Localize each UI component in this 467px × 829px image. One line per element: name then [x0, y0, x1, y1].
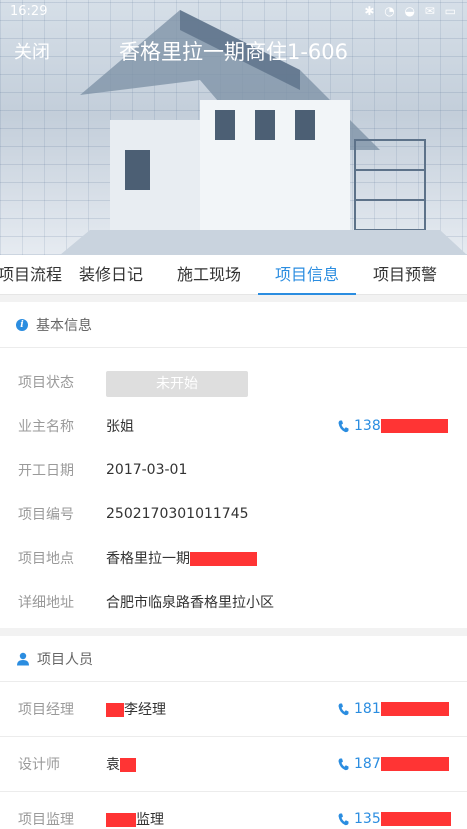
owner-label: 业主名称	[18, 419, 74, 435]
status-bar: 16:29 ✱ ◔ ◒ ✉ ▭	[0, 0, 467, 24]
manager-name: 李经理	[124, 702, 166, 718]
manager-value: 李经理	[106, 699, 166, 719]
redaction-mark	[106, 703, 124, 717]
start-date-label: 开工日期	[18, 463, 74, 479]
phone-icon	[338, 758, 349, 770]
designer-phone-link[interactable]: 187	[338, 756, 449, 772]
project-number-value: 2502170301011745	[106, 506, 249, 522]
staff-title: 项目人员	[37, 651, 93, 668]
tab-decoration-diary[interactable]: 装修日记	[62, 255, 160, 295]
designer-name: 袁	[106, 757, 120, 773]
manager-label: 项目经理	[18, 702, 74, 718]
location-text: 香格里拉一期	[106, 551, 190, 567]
owner-phone-link[interactable]: 138	[338, 418, 448, 434]
address-value: 合肥市临泉路香格里拉小区	[106, 595, 274, 611]
supervisor-phone-number: 135	[354, 811, 381, 827]
address-row: 详细地址 合肥市临泉路香格里拉小区	[0, 580, 467, 624]
redaction-mark	[190, 552, 257, 566]
location-label: 项目地点	[18, 551, 74, 567]
phone-icon	[338, 703, 349, 715]
designer-value: 袁	[106, 754, 136, 774]
status-icons: ✱ ◔ ◒ ✉ ▭	[364, 4, 459, 18]
location-row: 项目地点 香格里拉一期	[0, 536, 467, 580]
manager-row: 项目经理 李经理 181	[0, 682, 467, 736]
page-title: 香格里拉一期商住1-606	[118, 40, 349, 64]
tab-construction-site[interactable]: 施工现场	[160, 255, 258, 295]
staff-card: 项目人员 项目经理 李经理 181 设计师 袁 187 项目监理 监理 135	[0, 636, 467, 829]
person-icon	[17, 652, 29, 665]
status-row: 项目状态 未开始	[0, 360, 467, 404]
basic-info-header: i 基本信息	[0, 302, 467, 348]
manager-phone-number: 181	[354, 701, 381, 717]
tab-project-flow[interactable]: 项目流程	[0, 255, 62, 295]
info-icon: i	[16, 318, 28, 331]
phone-icon	[338, 813, 349, 825]
address-label: 详细地址	[18, 595, 74, 611]
owner-row: 业主名称 张姐 138	[0, 404, 467, 448]
redaction-mark	[120, 758, 136, 772]
supervisor-row: 项目监理 监理 135	[0, 792, 467, 829]
location-value: 香格里拉一期	[106, 548, 257, 568]
redaction-mark	[106, 813, 136, 827]
phone-icon	[338, 420, 349, 432]
manager-phone-link[interactable]: 181	[338, 701, 449, 717]
project-number-label: 项目编号	[18, 507, 74, 523]
basic-info-card: i 基本信息 项目状态 未开始 业主名称 张姐 138 开工日期 2017-03…	[0, 302, 467, 628]
tab-bar: 项目流程 装修日记 施工现场 项目信息 项目预警	[0, 255, 467, 295]
supervisor-phone-link[interactable]: 135	[338, 811, 451, 827]
basic-info-title: 基本信息	[36, 317, 92, 334]
status-time: 16:29	[10, 4, 48, 19]
owner-value: 张姐	[106, 419, 134, 435]
designer-row: 设计师 袁 187	[0, 737, 467, 791]
redaction-mark	[380, 419, 448, 433]
project-number-row: 项目编号 2502170301011745	[0, 492, 467, 536]
supervisor-label: 项目监理	[18, 812, 74, 828]
designer-phone-number: 187	[354, 756, 381, 772]
redaction-mark	[380, 702, 449, 716]
staff-header: 项目人员	[0, 636, 467, 682]
redaction-mark	[380, 812, 451, 826]
status-label: 项目状态	[18, 375, 74, 391]
start-date-row: 开工日期 2017-03-01	[0, 448, 467, 492]
start-date-value: 2017-03-01	[106, 462, 188, 478]
header-banner: 16:29 ✱ ◔ ◒ ✉ ▭ 关闭 香格里拉一期商住1-606	[0, 0, 467, 255]
supervisor-value: 监理	[106, 809, 164, 829]
owner-phone-number: 138	[354, 418, 381, 434]
tab-project-info[interactable]: 项目信息	[258, 255, 356, 295]
designer-label: 设计师	[18, 757, 60, 773]
tab-project-warning[interactable]: 项目预警	[356, 255, 454, 295]
redaction-mark	[380, 757, 449, 771]
status-badge: 未开始	[106, 371, 248, 397]
supervisor-name: 监理	[136, 812, 164, 828]
